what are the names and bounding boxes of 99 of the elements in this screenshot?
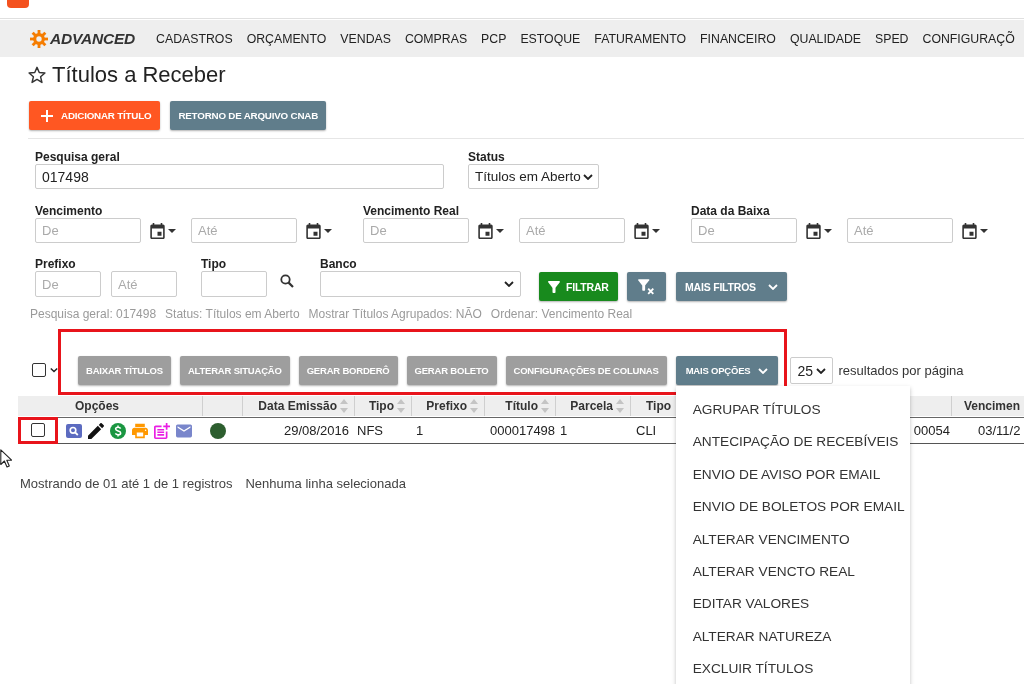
nav-item[interactable]: FATURAMENTO bbox=[594, 31, 687, 46]
menu-item[interactable]: ANTECIPAÇÃO DE RECEBÍVEIS bbox=[675, 426, 910, 459]
nav-item[interactable]: CONFIGURAÇÕ bbox=[922, 31, 1015, 46]
table-cell: 1 bbox=[416, 423, 424, 438]
field-label: Tipo bbox=[201, 257, 228, 271]
calendar-icon[interactable] bbox=[806, 222, 821, 239]
field-label: Pesquisa geral bbox=[35, 150, 121, 164]
caret-icon[interactable] bbox=[168, 228, 176, 233]
status-select[interactable]: Títulos em Aberto bbox=[468, 164, 599, 189]
column-header: Vencimen bbox=[963, 398, 1022, 415]
plus-icon bbox=[41, 109, 53, 122]
prefix-field[interactable]: Até bbox=[111, 271, 177, 297]
dollar-icon[interactable] bbox=[110, 422, 126, 439]
column-header[interactable]: Tipo bbox=[355, 396, 412, 416]
filter-clear-icon bbox=[638, 278, 655, 295]
date-field[interactable]: Até bbox=[191, 218, 297, 243]
table-cell: 000017498 bbox=[490, 423, 556, 438]
table-cell: 29/08/2016 bbox=[283, 423, 349, 438]
menu-item[interactable]: ALTERAR VENCIMENTO bbox=[675, 523, 910, 556]
search-icon[interactable] bbox=[280, 274, 294, 288]
more-options-button[interactable]: MAIS OPÇÕES bbox=[675, 356, 779, 385]
nav-item[interactable]: ORÇAMENTO bbox=[246, 31, 327, 46]
date-field[interactable]: De bbox=[35, 218, 141, 243]
page-title: Títulos a Receber bbox=[52, 62, 226, 88]
menu-item[interactable]: EXCLUIR TÍTULOS bbox=[675, 653, 910, 684]
row-checkbox[interactable] bbox=[31, 423, 45, 437]
records-info: Mostrando de 01 até 1 de 1 registros bbox=[20, 476, 233, 491]
mail-icon[interactable] bbox=[176, 422, 192, 439]
note-add-icon[interactable] bbox=[154, 422, 170, 439]
chevron-icon bbox=[816, 367, 827, 374]
field-label: Banco bbox=[320, 257, 358, 271]
field-label: Status bbox=[468, 150, 506, 164]
menu-item[interactable]: ENVIO DE AVISO POR EMAIL bbox=[675, 458, 910, 492]
table-cell: 00054 bbox=[913, 423, 950, 438]
filter-summary-text: Pesquisa geral: 017498 bbox=[30, 307, 157, 321]
caret-icon[interactable] bbox=[652, 228, 660, 233]
caret-icon[interactable] bbox=[496, 228, 504, 233]
selection-info: Nenhuma linha selecionada bbox=[245, 476, 406, 491]
chevron-icon bbox=[504, 281, 514, 287]
menu-item[interactable]: ENVIO DE BOLETOS POR EMAIL bbox=[675, 491, 910, 524]
field-label: Vencimento Real bbox=[363, 204, 461, 218]
select-all-checkbox[interactable] bbox=[32, 363, 46, 377]
nav-item[interactable]: FINANCEIRO bbox=[700, 31, 776, 46]
menu-item[interactable]: EDITAR VALORES bbox=[675, 588, 910, 621]
table-cell: 03/11/2 bbox=[978, 423, 1021, 438]
column-header[interactable]: Prefixo bbox=[412, 396, 485, 416]
calendar-icon[interactable] bbox=[962, 222, 977, 239]
caret-icon[interactable] bbox=[324, 228, 332, 233]
page-size-select[interactable]: 25 bbox=[790, 357, 834, 384]
import-button[interactable]: RETORNO DE ARQUIVO CNAB bbox=[170, 101, 327, 130]
prefix-field[interactable]: De bbox=[35, 271, 101, 297]
menu-item[interactable]: ALTERAR VENCTO REAL bbox=[675, 555, 910, 589]
date-field[interactable]: De bbox=[363, 218, 469, 243]
filter-summary-text: Mostrar Títulos Agrupados: NÃO bbox=[308, 307, 482, 321]
caret-icon[interactable] bbox=[980, 228, 988, 233]
column-header[interactable]: Parcela bbox=[556, 396, 631, 416]
brand-name[interactable]: ADVANCED bbox=[50, 29, 136, 48]
calendar-icon[interactable] bbox=[150, 222, 165, 239]
field-label: Data da Baixa bbox=[691, 204, 771, 218]
column-header[interactable]: Título bbox=[485, 396, 556, 416]
nav-item[interactable]: COMPRAS bbox=[404, 31, 468, 46]
nav-item[interactable]: SPED bbox=[875, 31, 909, 46]
calendar-icon[interactable] bbox=[478, 222, 493, 239]
table-cell: CLI bbox=[636, 423, 657, 438]
filter-button[interactable]: FILTRAR bbox=[539, 272, 618, 301]
nav-item[interactable]: QUALIDADE bbox=[789, 31, 861, 46]
nav-item[interactable]: CADASTROS bbox=[156, 31, 233, 46]
nav-item[interactable]: VENDAS bbox=[340, 31, 391, 46]
nav-item[interactable]: ESTOQUE bbox=[520, 31, 581, 46]
pencil-icon[interactable] bbox=[88, 422, 104, 439]
caret-icon[interactable] bbox=[824, 228, 832, 233]
more-filters-button[interactable]: MAIS FILTROS bbox=[676, 272, 787, 301]
chevron-icon[interactable] bbox=[50, 367, 58, 373]
field-label: Vencimento bbox=[35, 204, 104, 218]
chevron-icon bbox=[758, 367, 769, 374]
calendar-icon[interactable] bbox=[634, 222, 649, 239]
date-field[interactable]: De bbox=[691, 218, 797, 243]
field-label: Prefixo bbox=[35, 257, 77, 271]
nav-item[interactable]: PCP bbox=[481, 31, 507, 46]
filter-summary-text: Status: Títulos em Aberto bbox=[165, 307, 300, 321]
search-field[interactable]: 017498 bbox=[35, 164, 444, 189]
filter-summary-text: Ordenar: Vencimento Real bbox=[490, 307, 633, 321]
date-field[interactable]: Até bbox=[847, 218, 953, 243]
column-header: Opções bbox=[58, 396, 203, 416]
page-size-label: resultados por página bbox=[838, 363, 964, 378]
logo-icon bbox=[7, 0, 29, 8]
star-icon[interactable] bbox=[28, 66, 46, 84]
table-cell: 1 bbox=[560, 423, 568, 438]
clear-filter-button[interactable] bbox=[627, 272, 666, 301]
chevron-icon bbox=[583, 173, 593, 180]
date-field[interactable]: Até bbox=[519, 218, 625, 243]
filter-icon bbox=[548, 279, 560, 294]
table-cell: NFS bbox=[357, 423, 383, 438]
column-header[interactable]: Data Emissão bbox=[243, 396, 355, 416]
type-field[interactable] bbox=[201, 271, 267, 297]
calendar-icon[interactable] bbox=[306, 222, 321, 239]
chevron-icon bbox=[768, 283, 778, 290]
menu-item[interactable]: ALTERAR NATUREZA bbox=[675, 620, 910, 654]
menu-item[interactable]: AGRUPAR TÍTULOS bbox=[675, 394, 910, 427]
